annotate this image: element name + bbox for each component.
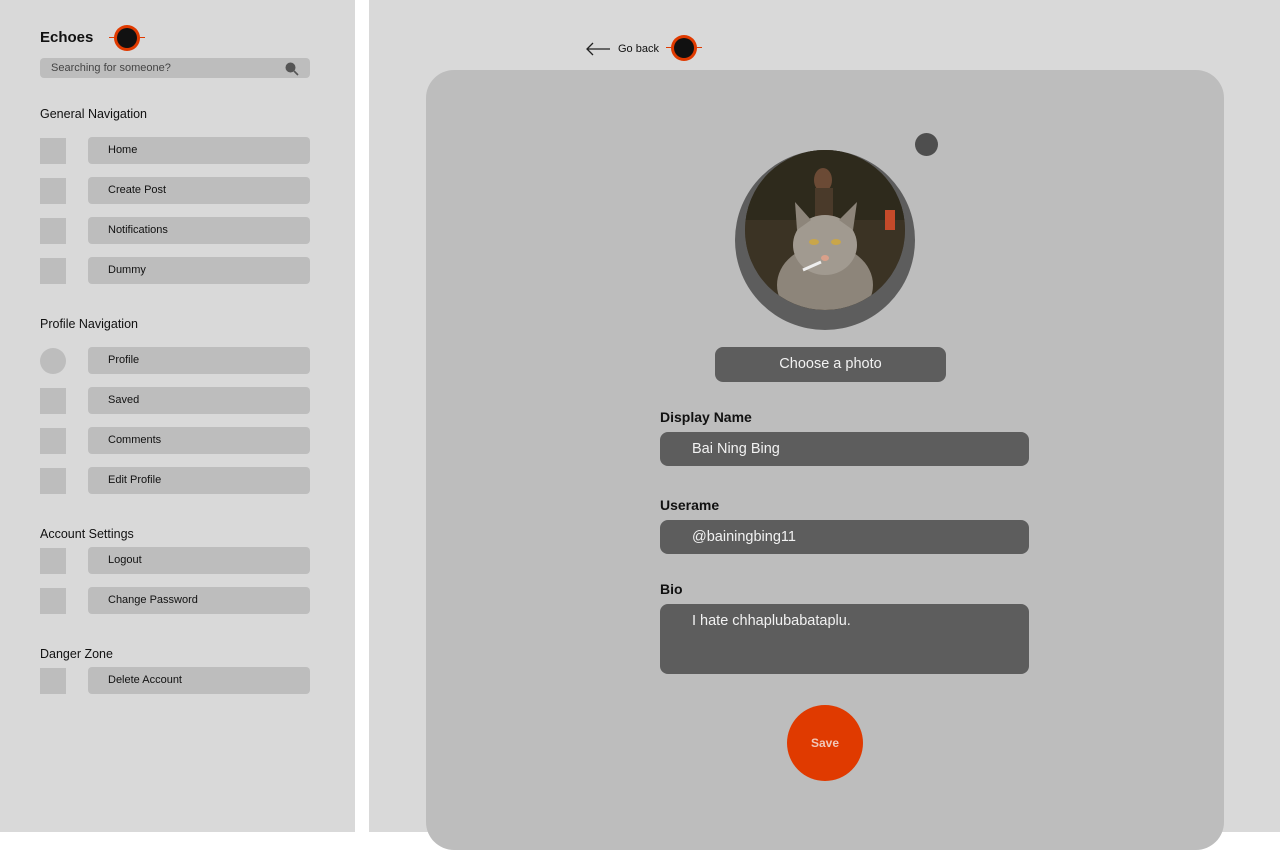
bio-label: Bio [660, 581, 683, 597]
edit-photo-dot[interactable] [915, 133, 938, 156]
search-input[interactable] [40, 58, 280, 78]
edit-profile-button[interactable]: Edit Profile [88, 467, 310, 494]
username-field-wrap [660, 520, 1029, 554]
square-icon [40, 588, 66, 614]
brand-name: Echoes [40, 29, 94, 46]
square-icon [40, 668, 66, 694]
save-button[interactable]: Save [787, 705, 863, 781]
square-icon [40, 548, 66, 574]
square-icon [40, 258, 66, 284]
section-title-account-settings: Account Settings [40, 527, 134, 541]
delete-account-button[interactable]: Delete Account [88, 667, 310, 694]
go-back-label: Go back [618, 43, 659, 55]
square-icon [40, 468, 66, 494]
profile-button[interactable]: Profile [88, 347, 310, 374]
display-name-field-wrap [660, 432, 1029, 466]
section-title-general-navigation: General Navigation [40, 107, 148, 121]
avatar-frame [735, 150, 915, 330]
square-icon [40, 178, 66, 204]
sidebar-item-edit-profile[interactable]: Edit Profile [40, 467, 310, 494]
display-name-field[interactable] [660, 432, 1029, 466]
search-icon[interactable] [284, 61, 300, 77]
go-back-link[interactable]: Go back [585, 40, 659, 58]
search-bar [40, 58, 310, 78]
change-password-button[interactable]: Change Password [88, 587, 310, 614]
avatar-cat-photo [745, 150, 905, 310]
square-icon [40, 218, 66, 244]
choose-photo-button[interactable]: Choose a photo [715, 347, 946, 382]
edit-profile-card: Choose a photo Display Name Userame Bio … [426, 70, 1224, 850]
sidebar-item-change-password[interactable]: Change Password [40, 587, 310, 614]
username-label: Userame [660, 497, 720, 513]
bio-field[interactable]: I hate chhaplubabataplu. [660, 604, 1029, 674]
dummy-button[interactable]: Dummy [88, 257, 310, 284]
section-title-danger-zone: Danger Zone [40, 647, 113, 661]
sidebar: Echoes General Navigation Home Create Po… [0, 0, 355, 832]
bio-field-wrap: I hate chhaplubabataplu. [660, 604, 1029, 674]
square-icon [40, 428, 66, 454]
sidebar-item-create-post[interactable]: Create Post [40, 177, 310, 204]
sidebar-item-delete-account[interactable]: Delete Account [40, 667, 310, 694]
sidebar-item-home[interactable]: Home [40, 137, 310, 164]
sidebar-item-saved[interactable]: Saved [40, 387, 310, 414]
username-field[interactable] [660, 520, 1029, 554]
saved-button[interactable]: Saved [88, 387, 310, 414]
notifications-button[interactable]: Notifications [88, 217, 310, 244]
comments-button[interactable]: Comments [88, 427, 310, 454]
avatar [745, 150, 905, 310]
create-post-button[interactable]: Create Post [88, 177, 310, 204]
logo-icon [666, 35, 702, 61]
home-button[interactable]: Home [88, 137, 310, 164]
sidebar-item-notifications[interactable]: Notifications [40, 217, 310, 244]
logo-icon [109, 25, 145, 51]
sidebar-item-profile[interactable]: Profile [40, 347, 310, 374]
sidebar-item-comments[interactable]: Comments [40, 427, 310, 454]
section-title-profile-navigation: Profile Navigation [40, 317, 138, 331]
square-icon [40, 138, 66, 164]
sidebar-item-logout[interactable]: Logout [40, 547, 310, 574]
display-name-label: Display Name [660, 409, 752, 425]
square-icon [40, 388, 66, 414]
arrow-left-icon [586, 42, 610, 56]
circle-icon [40, 348, 66, 374]
logout-button[interactable]: Logout [88, 547, 310, 574]
main-panel: Go back Choose a photo Display Name Bai … [369, 0, 1280, 850]
sidebar-item-dummy[interactable]: Dummy [40, 257, 310, 284]
divider [355, 0, 369, 832]
